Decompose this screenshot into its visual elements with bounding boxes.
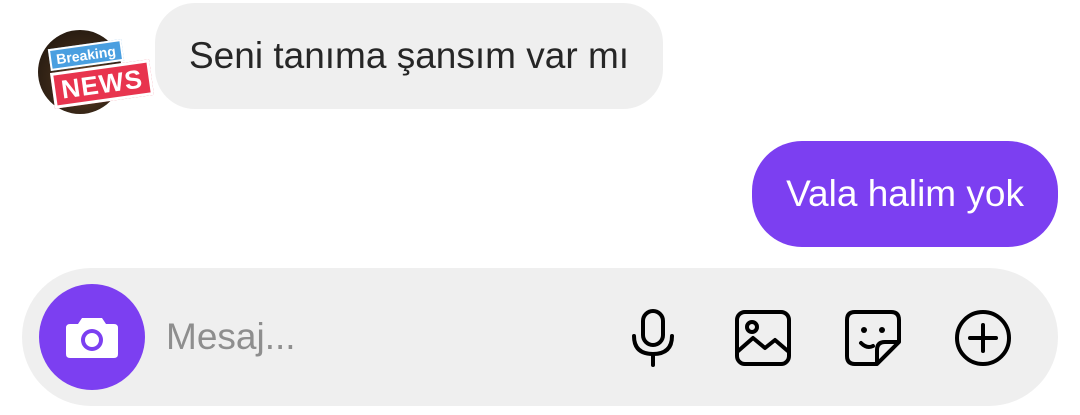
incoming-message[interactable]: Seni tanıma şansım var mı	[155, 3, 664, 109]
camera-icon	[66, 318, 118, 358]
microphone-icon	[632, 309, 674, 367]
sticker-icon	[845, 310, 901, 366]
outgoing-message[interactable]: Vala halim yok	[752, 141, 1058, 247]
incoming-message-text: Seni tanıma şansım var mı	[189, 35, 630, 76]
plus-icon	[955, 310, 1011, 366]
microphone-button[interactable]	[622, 307, 684, 369]
outgoing-message-text: Vala halim yok	[786, 173, 1024, 214]
message-input[interactable]	[166, 312, 586, 362]
camera-button[interactable]	[39, 284, 145, 390]
chat-thread: Breaking NEWS Seni tanıma şansım var mı …	[0, 0, 1080, 415]
add-button[interactable]	[952, 307, 1014, 369]
gallery-icon	[735, 310, 791, 366]
message-composer	[22, 268, 1058, 406]
sticker-button[interactable]	[842, 307, 904, 369]
gallery-button[interactable]	[732, 307, 794, 369]
contact-avatar[interactable]: Breaking NEWS	[38, 30, 155, 114]
